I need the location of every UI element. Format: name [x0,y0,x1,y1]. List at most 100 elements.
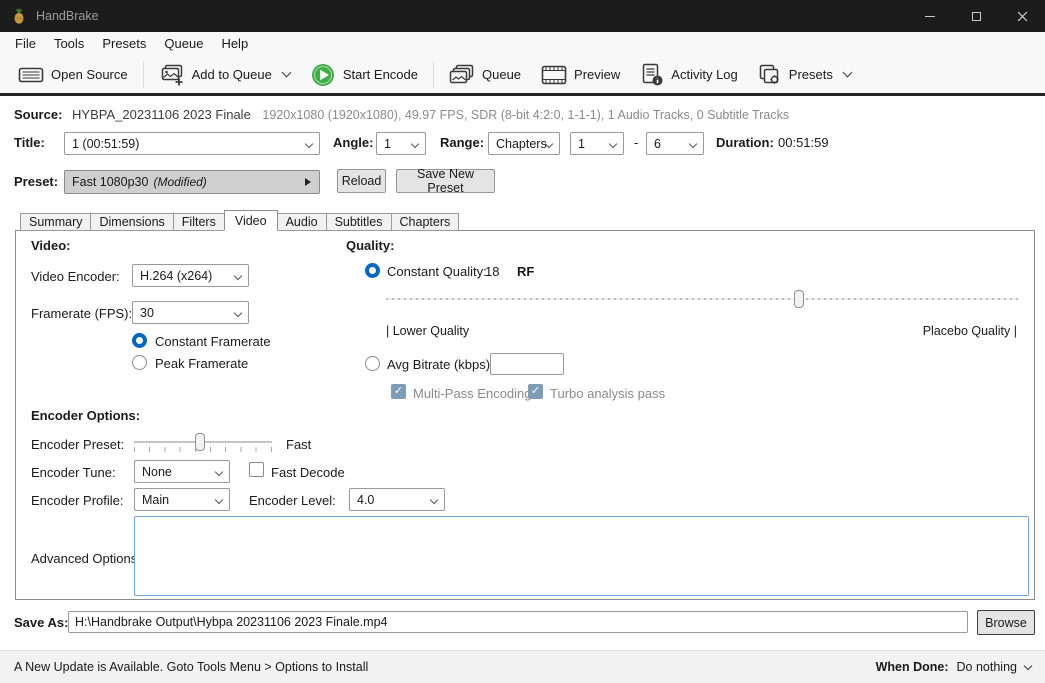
range-start-select[interactable]: 1 [570,132,624,155]
toolbar-separator [433,61,434,88]
menu-tools[interactable]: Tools [45,32,93,56]
tab-chapters[interactable]: Chapters [390,213,460,231]
encoder-preset-value: Fast [286,437,312,452]
open-source-icon [18,67,44,82]
menu-help[interactable]: Help [212,32,257,56]
encoder-level-label: Encoder Level: [249,493,336,508]
encoder-profile-select[interactable]: Main [134,488,230,511]
fast-decode-checkbox[interactable] [249,462,264,477]
preview-button[interactable]: Preview [531,60,630,90]
video-section-heading: Video: [31,238,71,253]
save-as-row: Save As: Browse [0,610,1045,636]
constant-quality-label[interactable]: Constant Quality: [387,264,487,279]
window-title: HandBrake [36,9,99,23]
advanced-options-label: Advanced Options: [31,551,141,566]
update-message: A New Update is Available. Goto Tools Me… [14,660,369,674]
encoder-tune-select[interactable]: None [134,460,230,483]
multipass-label[interactable]: Multi-Pass Encoding [413,386,532,401]
toolbar: Open Source Add to Queue Start Encode Qu… [0,56,1045,93]
when-done-label: When Done: [875,660,949,674]
quality-slider[interactable] [386,289,1019,309]
activity-log-button[interactable]: Activity Log [630,59,747,91]
tab-subtitles[interactable]: Subtitles [325,213,392,231]
maximize-button[interactable] [953,0,999,32]
titlebar: HandBrake [0,0,1045,32]
add-to-queue-dropdown-icon[interactable] [281,67,292,78]
minimize-button[interactable] [907,0,953,32]
range-type-value: Chapters [496,136,547,151]
constant-quality-value: 18 [485,264,500,279]
browse-button[interactable]: Browse [977,610,1035,635]
close-button[interactable] [999,0,1045,32]
add-to-queue-button[interactable]: Add to Queue [149,59,300,91]
presets-icon [759,64,779,84]
start-encode-button[interactable]: Start Encode [300,58,428,92]
range-start-value: 1 [578,136,585,151]
encoder-level-value: 4.0 [357,492,375,507]
constant-framerate-label[interactable]: Constant Framerate [155,334,271,349]
video-encoder-select[interactable]: H.264 (x264) [132,264,249,287]
queue-button[interactable]: Queue [439,59,531,91]
lower-quality-label: | Lower Quality [386,324,470,338]
save-as-input[interactable] [68,611,968,633]
preset-select-value: Fast 1080p30 [72,175,149,189]
encoder-tune-label: Encoder Tune: [31,465,116,480]
multipass-checkbox[interactable]: ✓ [391,384,406,399]
tab-filters[interactable]: Filters [172,213,225,231]
open-source-button[interactable]: Open Source [8,60,138,90]
angle-select-value: 1 [384,136,391,151]
check-icon: ✓ [393,385,404,397]
range-end-select[interactable]: 6 [646,132,704,155]
preview-icon [541,65,567,84]
presets-button[interactable]: Presets [748,59,861,91]
avg-bitrate-input[interactable] [490,353,564,375]
close-icon [1017,11,1027,21]
constant-framerate-radio[interactable] [132,333,147,348]
peak-framerate-label[interactable]: Peak Framerate [155,356,248,371]
preset-modified-flag: (Modified) [153,175,207,189]
encoder-profile-value: Main [142,492,170,507]
minimize-icon [925,15,935,17]
menu-file[interactable]: File [6,32,45,56]
presets-dropdown-icon[interactable] [842,67,853,78]
angle-select[interactable]: 1 [376,132,426,155]
avg-bitrate-label[interactable]: Avg Bitrate (kbps): [387,357,494,372]
reload-button[interactable]: Reload [337,169,386,193]
placebo-quality-label: Placebo Quality | [922,324,1017,338]
title-select[interactable]: 1 (00:51:59) [64,132,320,155]
avg-bitrate-radio[interactable] [365,356,380,371]
encoder-level-select[interactable]: 4.0 [349,488,445,511]
tab-dimensions[interactable]: Dimensions [90,213,174,231]
tab-audio[interactable]: Audio [276,213,327,231]
duration-value: 00:51:59 [778,135,829,150]
chevron-down-icon [688,139,698,149]
maximize-icon [971,11,981,21]
save-new-preset-button[interactable]: Save New Preset [396,167,495,195]
when-done-select[interactable]: Do nothing [957,660,1017,674]
add-to-queue-label: Add to Queue [191,67,272,82]
turbo-label[interactable]: Turbo analysis pass [550,386,665,401]
constant-quality-radio[interactable] [365,263,380,278]
menu-presets[interactable]: Presets [93,32,155,56]
framerate-select[interactable]: 30 [132,301,249,324]
presets-label: Presets [788,67,833,82]
range-type-select[interactable]: Chapters [488,132,560,155]
tab-summary[interactable]: Summary [20,213,92,231]
advanced-options-input[interactable] [134,516,1029,596]
source-row: Source: HYBPA_20231106 2023 Finale 1920x… [14,107,789,122]
source-name: HYBPA_20231106 2023 Finale [72,107,251,122]
chevron-down-icon [214,467,224,477]
preset-label: Preset: [14,174,59,189]
tab-strip: Summary Dimensions Filters Video Audio S… [20,210,460,231]
menu-queue[interactable]: Queue [155,32,212,56]
when-done-dropdown-icon[interactable] [1023,661,1033,670]
fast-decode-label[interactable]: Fast Decode [271,465,345,480]
peak-framerate-radio[interactable] [132,355,147,370]
quality-slider-thumb[interactable] [794,290,805,308]
start-encode-label: Start Encode [342,67,418,82]
tab-video[interactable]: Video [223,210,278,231]
preset-select[interactable]: Fast 1080p30 (Modified) [64,170,320,194]
turbo-checkbox[interactable]: ✓ [528,384,543,399]
title-select-value: 1 (00:51:59) [72,136,140,151]
encoder-preset-slider[interactable] [134,432,272,452]
